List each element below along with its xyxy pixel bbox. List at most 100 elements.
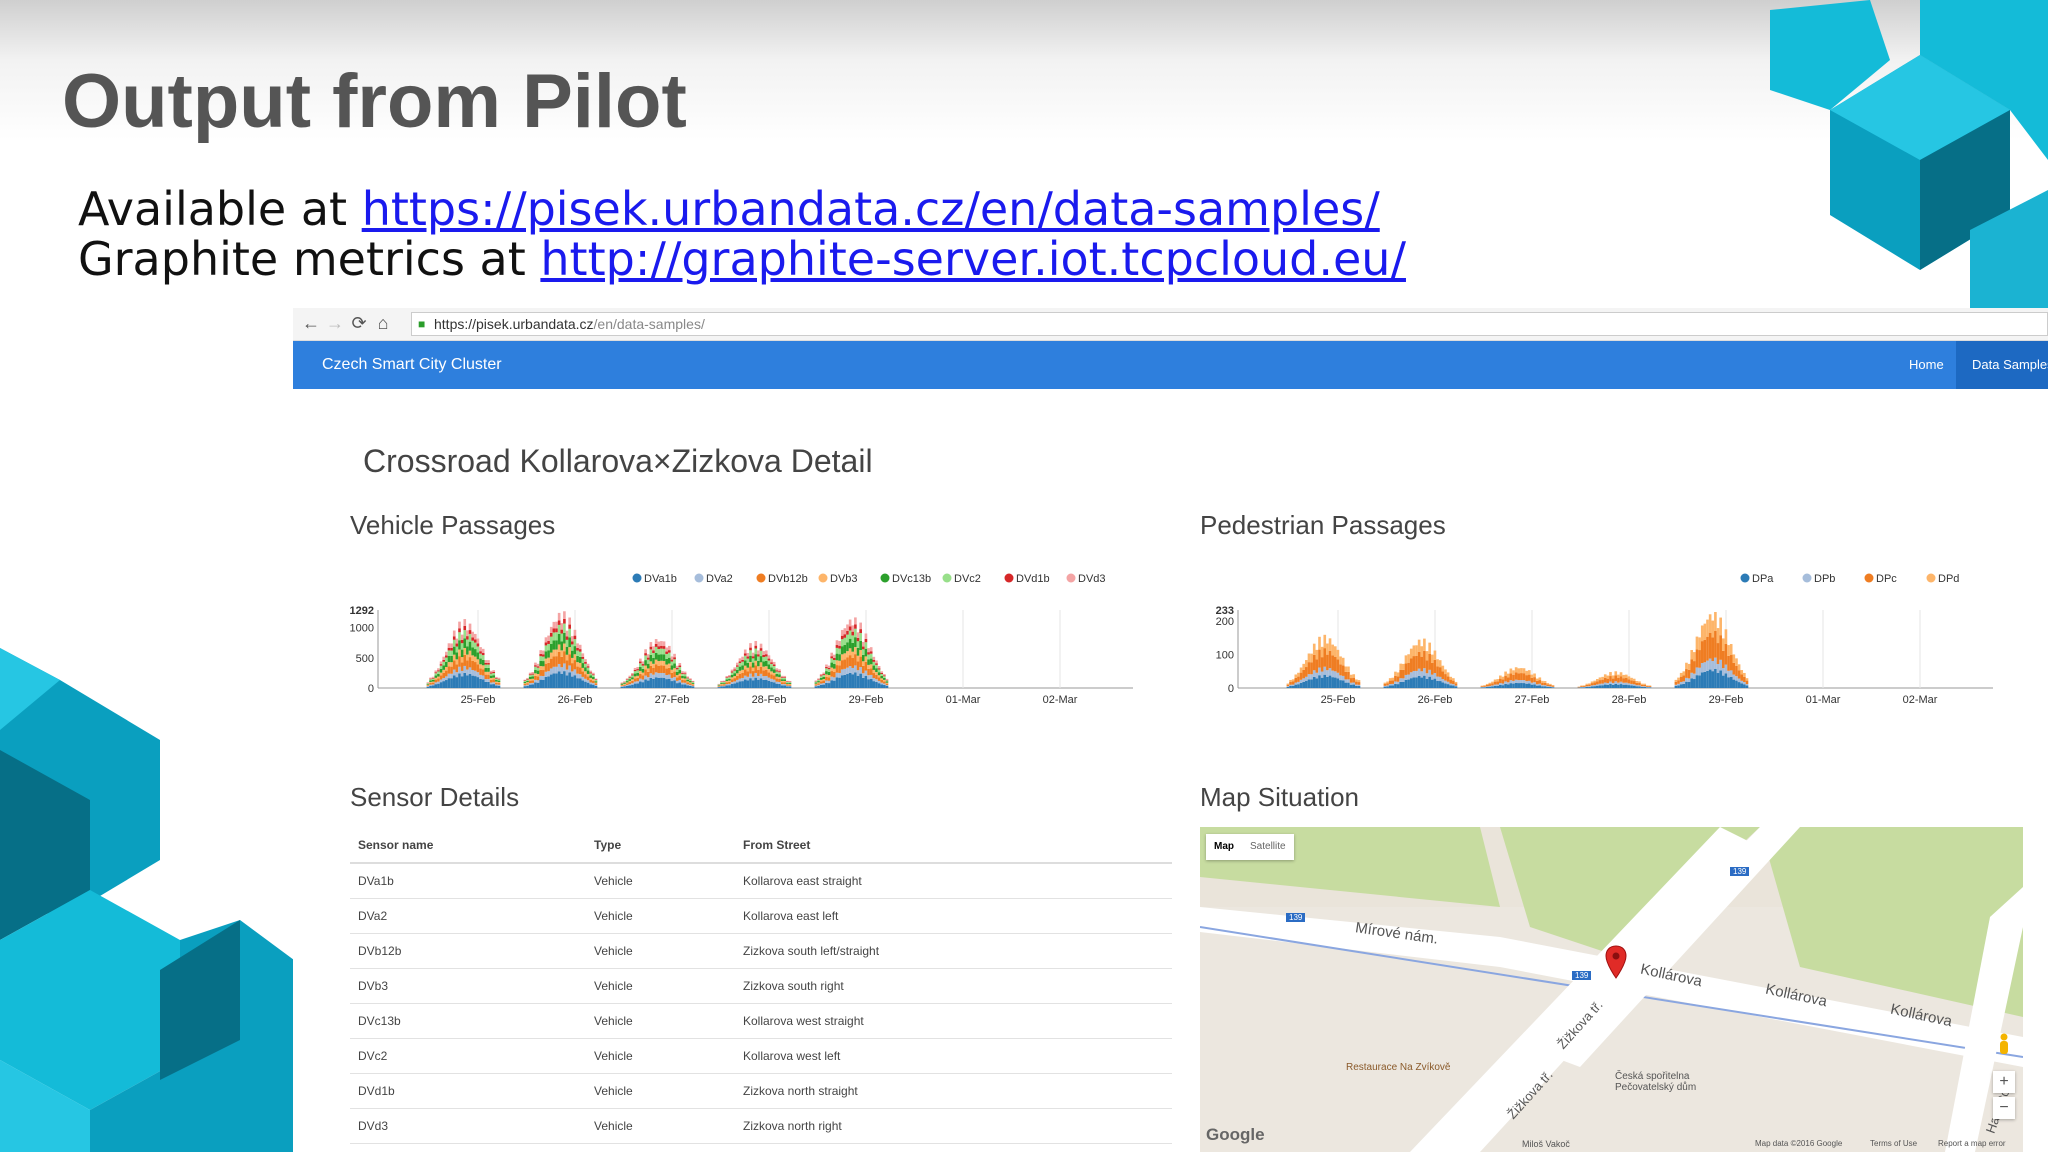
chart-bar-segment	[681, 672, 684, 674]
sensor-name: DVa1b	[350, 863, 586, 899]
home-icon[interactable]: ⌂	[373, 313, 393, 334]
chart-bar-segment	[1614, 683, 1618, 688]
chart-bar-segment	[1336, 672, 1340, 679]
chart-bar-segment	[1454, 683, 1458, 686]
chart-bar-segment	[743, 653, 747, 656]
chart-bar-segment	[620, 685, 624, 687]
chart-bar-segment	[1430, 674, 1434, 680]
chart-bar-segment	[746, 658, 750, 663]
chart-bar-segment	[481, 655, 485, 660]
chart-bar-segment	[883, 679, 886, 682]
chart-bar-segment	[542, 650, 545, 655]
chart-bar-segment	[1425, 651, 1429, 661]
chart-bar-segment	[691, 683, 695, 685]
navbar-brand[interactable]: Czech Smart City Cluster	[322, 341, 502, 389]
chart-bar-segment	[542, 679, 545, 688]
chart-bar-segment	[838, 654, 841, 661]
chart-bar-segment	[1520, 673, 1523, 681]
chart-bar-segment	[1344, 679, 1348, 683]
map-footer-report[interactable]: Report a map error	[1938, 1139, 2006, 1148]
chart-bar-segment	[786, 686, 789, 688]
data-samples-link[interactable]: https://pisek.urbandata.cz/en/data-sampl…	[362, 182, 1380, 236]
chart-bar-segment	[547, 657, 550, 663]
chart-bar-segment	[1305, 660, 1308, 668]
chart-bar-segment	[864, 670, 868, 677]
sensor-street: Zizkova south left/straight	[735, 933, 1172, 969]
chart-bar-segment	[542, 654, 545, 657]
chart-bar-segment	[1708, 669, 1712, 688]
chart-bar-segment	[631, 677, 634, 680]
chart-bar-segment	[736, 666, 739, 670]
chart-bar-segment	[772, 672, 776, 676]
nav-home[interactable]: Home	[1909, 341, 1944, 389]
chart-bar-segment	[1740, 670, 1744, 675]
chart-bar-segment	[1721, 668, 1725, 676]
sensor-street: Kollarova west straight	[735, 1003, 1172, 1039]
chart-bar-segment	[625, 682, 629, 684]
chart-bar-segment	[1349, 674, 1353, 679]
chart-bar-segment	[1714, 612, 1717, 632]
chart-bar-segment	[641, 682, 645, 688]
chart-bar-segment	[539, 656, 543, 661]
map-widget[interactable]: Map Satellite Mírové nám. Kollárova Koll…	[1200, 827, 2023, 1152]
chart-bar-segment	[1627, 676, 1631, 680]
forward-arrow-icon[interactable]: →	[325, 313, 345, 334]
chart-bar-segment	[1315, 678, 1319, 688]
chart-bar-segment	[827, 680, 831, 684]
chart-bar-segment	[1396, 676, 1400, 682]
graphite-link[interactable]: http://graphite-server.iot.tcpcloud.eu/	[540, 232, 1406, 286]
chart-bar-segment	[1488, 686, 1492, 688]
chart-bar-segment	[539, 669, 543, 676]
chart-bar-segment	[885, 678, 889, 680]
chart-bar-segment	[819, 684, 823, 688]
chart-bar-segment	[1318, 649, 1321, 668]
chart-bar-segment	[1724, 673, 1728, 688]
chart-bar-segment	[843, 659, 847, 669]
chart-bar-segment	[437, 683, 440, 688]
chart-bar-segment	[1585, 686, 1589, 688]
chart-bar-segment	[673, 663, 676, 669]
chart-bar-segment	[573, 629, 577, 636]
chart-bar-segment	[814, 682, 818, 684]
chart-bar-segment	[1444, 680, 1447, 684]
pegman-icon[interactable]	[1997, 1033, 2011, 1055]
chart-bar-segment	[578, 651, 582, 657]
chart-bar-segment	[463, 630, 467, 639]
chart-bar-segment	[437, 671, 440, 674]
chart-bar-segment	[458, 632, 461, 641]
chart-bar-segment	[1289, 679, 1292, 682]
chart-bar-segment	[751, 680, 755, 688]
chart-bar-segment	[563, 671, 566, 688]
chart-bar-segment	[544, 676, 548, 688]
chart-bar-segment	[743, 665, 747, 670]
map-type-map-button[interactable]: Map	[1206, 834, 1242, 860]
chart-bar-segment	[549, 643, 553, 653]
chart-bar-segment	[819, 679, 823, 682]
zoom-out-button[interactable]: −	[1993, 1097, 2015, 1119]
chart-bar-segment	[1383, 682, 1387, 684]
chart-bar-segment	[447, 650, 451, 656]
nav-data-samples[interactable]: Data Samples	[1956, 341, 2048, 389]
map-footer-terms[interactable]: Terms of Use	[1870, 1139, 1917, 1148]
chart-bar-segment	[1627, 683, 1631, 686]
chart-bar-segment	[691, 685, 695, 687]
map-marker-icon[interactable]	[1605, 945, 1627, 979]
slide-line-graphite: Graphite metrics at http://graphite-serv…	[78, 232, 1406, 286]
map-type-satellite-button[interactable]: Satellite	[1242, 834, 1294, 860]
address-bar[interactable]: ■ https://pisek.urbandata.cz/en/data-samp…	[411, 312, 2048, 336]
chart-bar-segment	[877, 668, 881, 670]
chart-bar-segment	[1449, 685, 1453, 688]
zoom-in-button[interactable]: +	[1993, 1071, 2015, 1093]
chart-bar-segment	[859, 640, 862, 651]
chart-bar-segment	[1438, 667, 1442, 677]
chart-bar-segment	[786, 684, 789, 686]
back-arrow-icon[interactable]: ←	[301, 313, 321, 334]
chart-bar-segment	[534, 673, 537, 676]
chart-bar-segment	[736, 675, 739, 680]
chart-bar-segment	[819, 677, 823, 680]
chart-bar-segment	[1394, 675, 1397, 682]
chart-bar-segment	[492, 670, 496, 672]
reload-icon[interactable]: ⟳	[349, 313, 369, 334]
chart-bar-segment	[670, 681, 674, 688]
chart-bar-segment	[1687, 663, 1691, 670]
